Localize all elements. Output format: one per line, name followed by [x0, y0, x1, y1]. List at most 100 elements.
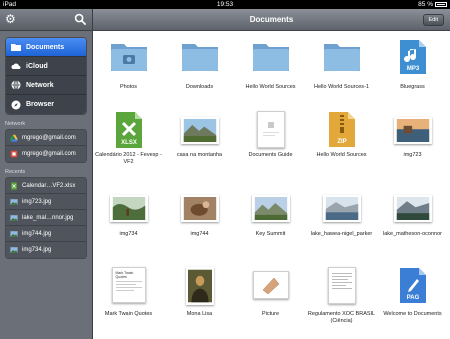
gear-icon[interactable]: ⚙: [5, 13, 18, 26]
landscape-thumbnail: [393, 195, 432, 222]
sidebar-item-label: iCloud: [26, 62, 48, 70]
recent-item[interactable]: img723.jpg: [6, 194, 86, 210]
folder-icon: [252, 44, 289, 71]
network-account-item[interactable]: mgrego@gmail.com: [6, 130, 86, 146]
file-name: Hello World Sources-1: [314, 84, 369, 90]
file-name: Hello World Sources: [245, 84, 296, 90]
landscape-thumbnail: [180, 195, 219, 222]
file-name: Mona Lisa: [186, 311, 213, 317]
sidebar-toolbar: ⚙: [0, 9, 92, 31]
network-icon: [11, 80, 21, 90]
battery-percent: 85 %: [418, 1, 433, 8]
file-item[interactable]: XLSX Calendário 2012 - Fevesp - VF2: [93, 111, 164, 183]
image-file-icon: [10, 198, 18, 205]
file-item[interactable]: Documents Guide: [235, 111, 306, 183]
cloud-icon: [11, 63, 21, 69]
file-item[interactable]: ZIP Hello World Sources: [306, 111, 377, 183]
folder-icon: [110, 44, 147, 71]
file-name: img723: [403, 152, 422, 158]
zip-file-icon: ZIP: [328, 112, 355, 147]
file-badge: PAG: [406, 295, 419, 301]
file-name: lake_matheson-oconnor: [382, 231, 442, 237]
network-account-item[interactable]: mgrego@gmail.com: [6, 146, 86, 162]
file-name: lake_hawea-nigel_parker: [310, 231, 373, 237]
file-item[interactable]: img723: [377, 111, 448, 183]
file-name: Mark Twain Quotes: [104, 311, 153, 317]
landscape-thumbnail: [251, 195, 290, 222]
portrait-thumbnail: [185, 267, 214, 305]
sidebar: ⚙ Documents iCloud Network Browser Netwo…: [0, 9, 93, 339]
recent-item-label: Calendar…VF2.xlsx: [22, 182, 76, 189]
file-item[interactable]: MP3 Bluegrass: [377, 39, 448, 99]
file-badge: MP3: [406, 66, 419, 72]
recents-list: Calendar…VF2.xlsx img723.jpg lake_mal…nn…: [5, 177, 87, 259]
folder-icon: [11, 44, 21, 51]
sidebar-item-network[interactable]: Network: [6, 76, 86, 95]
document-thumbnail: Mark Twain Quotes: [111, 267, 146, 303]
file-name: Photos: [119, 84, 138, 90]
compass-icon: [11, 100, 21, 109]
file-item[interactable]: Picture: [235, 267, 306, 337]
file-item[interactable]: Downloads: [164, 39, 235, 99]
file-item[interactable]: Hello World Sources-1: [306, 39, 377, 99]
file-item[interactable]: lake_matheson-oconnor: [377, 189, 448, 261]
recent-item-label: img723.jpg: [22, 198, 52, 205]
document-page-icon: [262, 122, 279, 136]
file-item[interactable]: Key Summit: [235, 189, 306, 261]
file-name: img734: [119, 231, 138, 237]
folder-icon: [323, 44, 360, 71]
xlsx-file-icon: [11, 181, 17, 190]
file-name: casa na montanha: [176, 152, 223, 158]
pages-file-icon: PAG: [399, 268, 426, 303]
recent-item-label: img744.jpg: [22, 230, 52, 237]
recent-item[interactable]: Calendar…VF2.xlsx: [6, 178, 86, 194]
recent-item[interactable]: lake_mal…nnor.jpg: [6, 210, 86, 226]
file-name: Picture: [261, 311, 280, 317]
edit-button[interactable]: Edit: [422, 14, 444, 26]
image-file-icon: [10, 230, 18, 237]
battery-icon: [435, 2, 447, 7]
sidebar-item-label: Browser: [26, 101, 55, 108]
sidebar-item-browser[interactable]: Browser: [6, 95, 86, 114]
recent-item-label: img734.jpg: [22, 247, 52, 253]
search-icon[interactable]: [74, 13, 87, 26]
sidebar-item-label: Documents: [26, 43, 65, 51]
clock: 19:53: [216, 1, 234, 8]
file-name: Calendário 2012 - Fevesp - VF2: [95, 152, 162, 165]
sidebar-item-documents[interactable]: Documents: [6, 38, 86, 57]
file-item[interactable]: img744: [164, 189, 235, 261]
google-drive-icon: [10, 134, 18, 142]
recent-item[interactable]: img734.jpg: [6, 242, 86, 258]
recent-item-label: lake_mal…nnor.jpg: [22, 214, 74, 221]
file-item[interactable]: img734: [93, 189, 164, 261]
landscape-thumbnail: [109, 195, 148, 222]
file-name: Regulamento XOC BRASIL (Ciência): [307, 311, 376, 324]
recent-item[interactable]: img744.jpg: [6, 226, 86, 242]
main-panel: Documents Edit Photos Downloads Hello Wo…: [93, 9, 450, 339]
file-item[interactable]: Photos: [93, 39, 164, 99]
recents-section-title: Recents: [5, 169, 26, 175]
file-name: Bluegrass: [400, 84, 425, 90]
network-account-label: mgrego@gmail.com: [22, 151, 76, 157]
file-name: Key Summit: [255, 231, 286, 237]
document-thumbnail: [256, 111, 285, 148]
page-title: Documents: [249, 15, 294, 24]
location-list: Documents iCloud Network Browser: [5, 37, 87, 115]
sidebar-item-icloud[interactable]: iCloud: [6, 57, 86, 76]
image-file-icon: [10, 247, 18, 253]
file-item[interactable]: Mark Twain Quotes Mark Twain Quotes: [93, 267, 164, 337]
file-item[interactable]: lake_hawea-nigel_parker: [306, 189, 377, 261]
drive-icon: [10, 150, 18, 158]
file-item[interactable]: Hello World Sources: [235, 39, 306, 99]
file-item[interactable]: PAG Welcome to Documents: [377, 267, 448, 337]
network-account-label: mgrego@gmail.com: [22, 134, 76, 141]
file-badge: ZIP: [337, 139, 346, 145]
file-item[interactable]: Mona Lisa: [164, 267, 235, 337]
xlsx-file-icon: XLSX: [115, 112, 142, 148]
landscape-thumbnail: [322, 195, 361, 222]
file-item[interactable]: Regulamento XOC BRASIL (Ciência): [306, 267, 377, 337]
document-title: Mark Twain Quotes: [115, 271, 134, 279]
status-bar: iPad 19:53 85 %: [0, 0, 450, 9]
sidebar-item-label: Network: [26, 81, 54, 89]
file-item[interactable]: casa na montanha: [164, 111, 235, 183]
